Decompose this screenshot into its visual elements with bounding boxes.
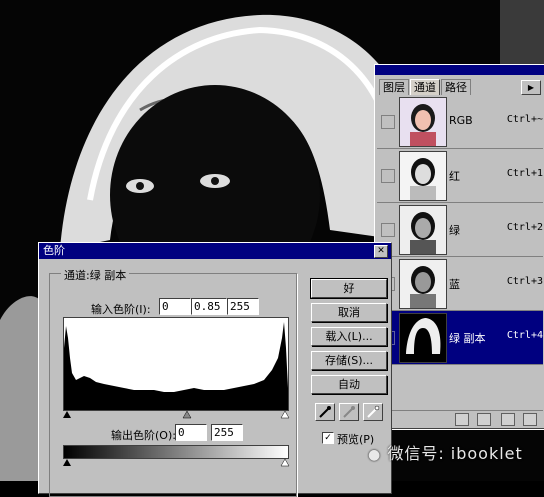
channel-label: 通道: xyxy=(64,269,90,282)
load-selection-icon[interactable] xyxy=(455,413,469,426)
output-sliders[interactable] xyxy=(59,457,291,467)
new-channel-icon[interactable] xyxy=(501,413,515,426)
channel-thumbnail xyxy=(399,259,447,309)
palette-tabs: 图层 通道 路径 xyxy=(379,79,472,95)
channel-selector[interactable]: 通道:绿 副本 xyxy=(61,267,130,283)
output-levels-label: 输出色阶(O): xyxy=(111,429,176,442)
load-button[interactable]: 载入(L)... xyxy=(311,327,387,346)
channel-thumbnail xyxy=(399,313,447,363)
tab-layers[interactable]: 图层 xyxy=(379,79,409,95)
levels-dialog: 色阶 ✕ 通道:绿 副本 输入色阶(I): 0 0.85 255 输出色阶(O)… xyxy=(38,242,392,497)
visibility-eye-icon[interactable] xyxy=(381,169,395,183)
dialog-titlebar[interactable]: 色阶 xyxy=(39,243,391,259)
tab-paths[interactable]: 路径 xyxy=(441,79,471,95)
input-white-field[interactable]: 255 xyxy=(227,298,259,315)
channel-shortcut: Ctrl+2 xyxy=(506,222,543,233)
ok-button[interactable]: 好 xyxy=(310,278,388,299)
input-sliders[interactable] xyxy=(59,409,291,419)
channel-thumbnail xyxy=(399,151,447,201)
input-levels-label: 输入色阶(I): xyxy=(91,303,151,316)
output-white-field[interactable]: 255 xyxy=(211,424,243,441)
trash-icon[interactable] xyxy=(523,413,537,426)
channel-row-rgb[interactable]: RGB Ctrl+~ xyxy=(377,95,543,149)
channel-row-green-copy[interactable]: 绿 副本 Ctrl+4 xyxy=(377,311,543,365)
gray-eyedropper-icon[interactable] xyxy=(339,403,359,421)
palette-titlebar[interactable] xyxy=(375,65,544,75)
histogram xyxy=(63,317,289,411)
output-black-field[interactable]: 0 xyxy=(175,424,207,441)
close-icon[interactable]: ✕ xyxy=(374,245,388,258)
white-eyedropper-icon[interactable] xyxy=(363,403,383,421)
watermark-label: 微信号: ibooklet xyxy=(387,444,523,463)
channel-name: RGB xyxy=(449,114,473,127)
channel-shortcut: Ctrl+4 xyxy=(506,330,543,341)
visibility-eye-icon[interactable] xyxy=(381,115,395,129)
channel-row-red[interactable]: 红 Ctrl+1 xyxy=(377,149,543,203)
wechat-icon: ● xyxy=(368,447,382,463)
channels-palette: 图层 通道 路径 ▶ RGB Ctrl+~ 红 Ctrl+1 绿 Ctrl+2 … xyxy=(374,64,544,430)
channel-name: 绿 副本 xyxy=(449,332,486,345)
palette-menu-button[interactable]: ▶ xyxy=(521,80,541,95)
palette-footer xyxy=(377,410,543,427)
channel-shortcut: Ctrl+3 xyxy=(506,276,543,287)
input-gamma-field[interactable]: 0.85 xyxy=(191,298,227,315)
visibility-eye-icon[interactable] xyxy=(381,223,395,237)
black-eyedropper-icon[interactable] xyxy=(315,403,335,421)
save-button[interactable]: 存储(S)... xyxy=(311,351,387,370)
channel-thumbnail xyxy=(399,97,447,147)
cancel-button[interactable]: 取消 xyxy=(311,303,387,322)
channel-value: 绿 副本 xyxy=(89,269,127,282)
channel-row-blue[interactable]: 蓝 Ctrl+3 xyxy=(377,257,543,311)
tab-channels[interactable]: 通道 xyxy=(410,79,440,95)
channel-name: 红 xyxy=(449,170,460,183)
channel-name: 蓝 xyxy=(449,278,460,291)
channel-name: 绿 xyxy=(449,224,460,237)
preview-checkbox[interactable]: ✓ xyxy=(322,432,334,444)
channel-thumbnail xyxy=(399,205,447,255)
channel-row-green[interactable]: 绿 Ctrl+2 xyxy=(377,203,543,257)
watermark-text: ● 微信号: ibooklet xyxy=(368,440,523,464)
input-black-field[interactable]: 0 xyxy=(159,298,191,315)
channel-shortcut: Ctrl+1 xyxy=(506,168,543,179)
save-selection-icon[interactable] xyxy=(477,413,491,426)
auto-button[interactable]: 自动 xyxy=(311,375,387,394)
channel-shortcut: Ctrl+~ xyxy=(506,114,543,125)
